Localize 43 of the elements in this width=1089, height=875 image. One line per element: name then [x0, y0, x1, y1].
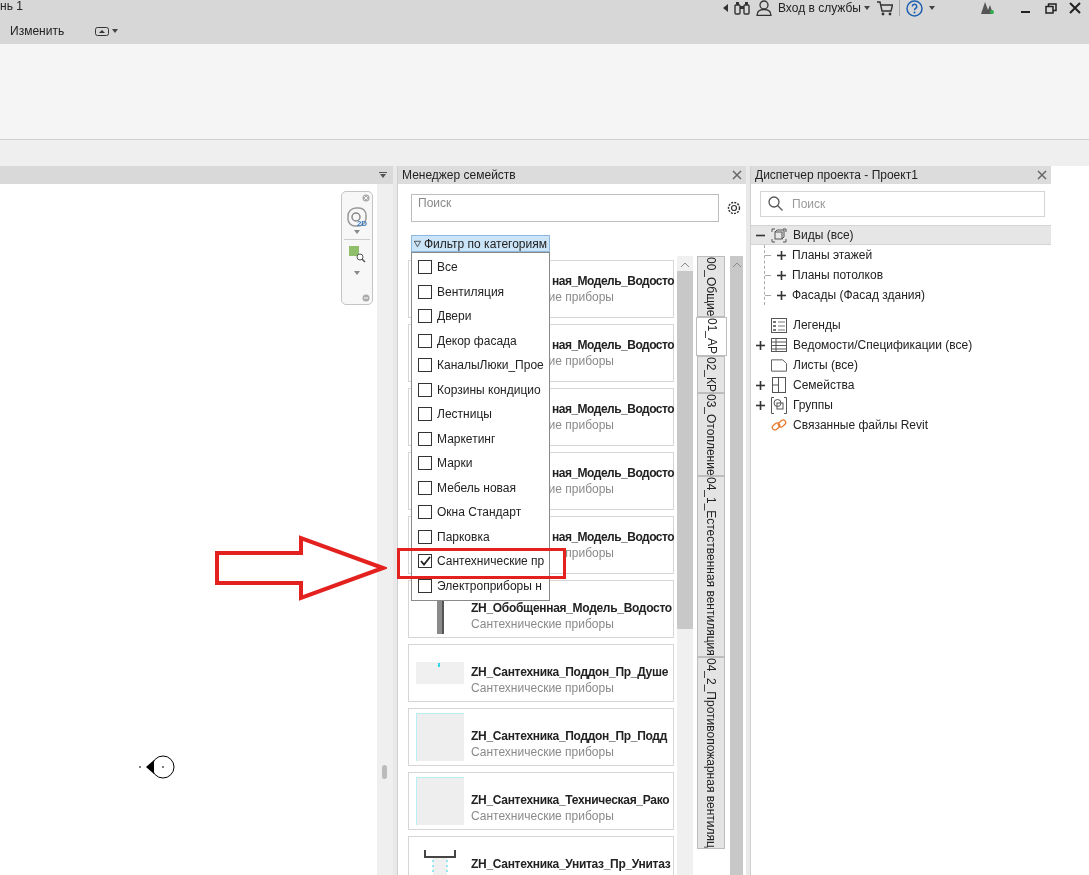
window-title: нь 1 [0, 0, 23, 12]
option-label: Вентиляция [437, 284, 505, 299]
option-label: Маркетинг [437, 431, 496, 446]
family-name: ZH_Сантехника_Унитаз_Пр_Унитаз [471, 857, 671, 872]
family-name: ная_Модель_Водосто [552, 529, 675, 545]
tree-label: Планы потолков [792, 267, 883, 284]
tree-label: Легенды [793, 317, 841, 334]
family-name: ZH_Обобщенная_Модель_Водосто [471, 601, 672, 616]
family-category: Сантехнические приборы [471, 680, 615, 696]
option-label: Лестницы [437, 407, 492, 422]
family-name: ная_Модель_Водосто [552, 273, 675, 289]
panel-title: Диспетчер проекта - Проект1 [755, 167, 918, 184]
tree-label: Листы (все) [793, 357, 858, 374]
family-name: ZH_Сантехника_Техническая_Рако [471, 793, 670, 808]
wheel-label: 2D [356, 219, 368, 228]
option-label: Окна Стандарт [437, 505, 522, 520]
family-category: Сантехнические приборы [471, 616, 615, 632]
option-label: Корзины кондицио [437, 382, 541, 397]
family-category: Сантехнические приборы [471, 744, 615, 760]
option-label: Марки [437, 456, 473, 471]
option-label: Парковка [437, 529, 490, 544]
option-label: Электроприборы н [437, 578, 542, 593]
family-name: ZH_Сантехника_Поддон_Пр_Душе [471, 665, 668, 680]
option-label: Мебель новая [437, 480, 516, 495]
tree-label: Семейства [793, 377, 855, 394]
tree-label: Фасады (Фасад здания) [792, 287, 925, 304]
option-label: Все [437, 260, 458, 275]
tree-label: Группы [793, 397, 833, 414]
family-category: приборы [565, 544, 614, 561]
tree-label: Связанные файлы Revit [793, 417, 929, 434]
tree-label: Ведомости/Спецификации (все) [793, 337, 973, 354]
option-label: Двери [437, 309, 472, 324]
family-category: Сантехнические приборы [471, 808, 615, 824]
family-name: ZH_Сантехника_Поддон_Пр_Подд [471, 729, 667, 744]
family-name: ная_Модель_Водосто [552, 401, 675, 417]
option-label: Декор фасада [437, 333, 517, 348]
panel-title: Менеджер семейств [402, 167, 516, 184]
option-label: Сантехнические пр [437, 554, 545, 569]
tree-label: Виды (все) [793, 227, 854, 244]
tree-label: Планы этажей [792, 247, 873, 264]
option-label: КаналыЛюки_Прое [437, 358, 544, 373]
family-name: ная_Модель_Водосто [552, 465, 675, 481]
family-name: ная_Модель_Водосто [552, 337, 675, 353]
